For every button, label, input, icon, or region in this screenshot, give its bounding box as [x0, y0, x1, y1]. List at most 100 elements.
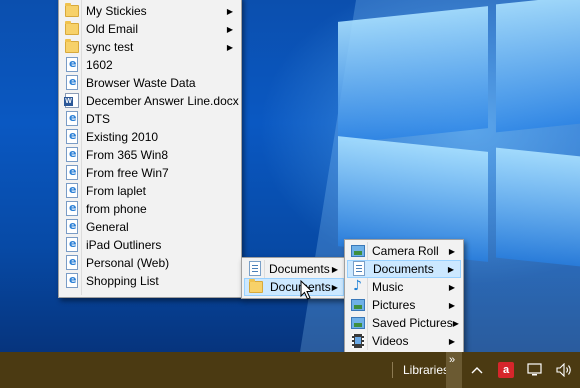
submenu-arrow-icon: ▶ — [226, 6, 234, 16]
favorites-menu-item[interactable]: From 365 Win8 — [61, 146, 239, 164]
favorites-menu-item[interactable]: From free Win7 — [61, 164, 239, 182]
chevron-right-double-icon[interactable]: » — [449, 354, 455, 366]
documents-menu-item[interactable]: Documents ▶ — [244, 278, 344, 296]
video-icon — [351, 333, 365, 349]
ie-file-icon — [65, 201, 79, 217]
ie-file-icon — [65, 273, 79, 289]
pictures-icon — [351, 297, 365, 313]
ie-file-icon — [65, 165, 79, 181]
favorites-menu-item[interactable]: iPad Outliners — [61, 236, 239, 254]
libraries-menu-item-label: Camera Roll — [372, 244, 439, 258]
music-icon: ♪ — [353, 278, 362, 294]
favorites-menu-item-label: General — [86, 220, 129, 234]
submenu-arrow-icon: ▶ — [448, 300, 456, 310]
submenu-arrow-icon: ▶ — [448, 336, 456, 346]
submenu-arrow-icon: ▶ — [226, 42, 234, 52]
pictures-icon — [351, 315, 365, 331]
antivirus-icon: a — [498, 362, 514, 378]
taskbar: Libraries » a — [0, 352, 580, 388]
favorites-menu-item-label: sync test — [86, 40, 134, 54]
libraries-menu-item-label: Music — [372, 280, 404, 294]
ie-file-icon — [65, 219, 79, 235]
favorites-menu-item[interactable]: General — [61, 218, 239, 236]
documents-menu-item[interactable]: Documents ▶ — [244, 260, 344, 278]
favorites-menu-item-label: Personal (Web) — [86, 256, 170, 270]
ie-file-icon — [65, 75, 79, 91]
ie-file-icon — [65, 237, 79, 253]
ie-file-icon — [65, 129, 79, 145]
network-tray-icon[interactable] — [526, 352, 544, 388]
libraries-menu-item[interactable]: Saved Pictures ▶ — [347, 314, 461, 332]
folder-icon — [249, 279, 263, 295]
favorites-menu-item[interactable]: from phone — [61, 200, 239, 218]
libraries-menu-item[interactable]: Videos ▶ — [347, 332, 461, 350]
libraries-menu-item[interactable]: Documents ▶ — [347, 260, 461, 278]
favorites-menu-item[interactable]: 1602 — [61, 56, 239, 74]
libraries-menu-item-label: Documents — [373, 262, 434, 276]
volume-tray-icon[interactable] — [554, 352, 574, 388]
ie-file-icon — [65, 255, 79, 271]
folder-icon — [65, 21, 79, 37]
library-icon — [248, 261, 262, 277]
favorites-menu-item-label: Browser Waste Data — [86, 76, 196, 90]
submenu-arrow-icon: ▶ — [226, 24, 234, 34]
antivirus-tray-icon[interactable]: a — [497, 352, 515, 388]
submenu-arrow-icon: ▶ — [452, 318, 459, 328]
favorites-menu-item-label: Old Email — [86, 22, 139, 36]
libraries-menu-item[interactable]: Camera Roll ▶ — [347, 242, 461, 260]
submenu-arrow-icon: ▶ — [447, 264, 455, 274]
favorites-menu-item[interactable]: sync test ▶ — [61, 38, 239, 56]
documents-submenu: Documents ▶ Documents ▶ — [241, 257, 347, 299]
favorites-menu-item[interactable]: Existing 2010 — [61, 128, 239, 146]
folder-icon — [65, 39, 79, 55]
documents-menu-item-label: Documents — [269, 262, 330, 276]
ie-file-icon — [65, 147, 79, 163]
submenu-arrow-icon: ▶ — [331, 264, 339, 274]
favorites-menu-item-label: iPad Outliners — [86, 238, 162, 252]
window-logo-pane-tl — [338, 6, 488, 144]
window-logo-pane-br — [496, 147, 580, 267]
ie-file-icon — [65, 111, 79, 127]
word-doc-icon — [64, 93, 79, 109]
libraries-toolbar-label[interactable]: Libraries — [403, 363, 449, 377]
library-icon — [352, 261, 366, 277]
show-hidden-icons-button[interactable] — [468, 352, 486, 388]
favorites-menu-item[interactable]: Personal (Web) — [61, 254, 239, 272]
favorites-menu-item[interactable]: Shopping List — [61, 272, 239, 290]
favorites-menu-item-label: December Answer Line.docx — [86, 94, 239, 108]
favorites-menu-item-label: 1602 — [86, 58, 113, 72]
libraries-menu-item-label: Videos — [372, 334, 409, 348]
favorites-menu-item[interactable]: Browser Waste Data — [61, 74, 239, 92]
favorites-menu-item-label: from phone — [86, 202, 147, 216]
ie-file-icon — [65, 57, 79, 73]
favorites-menu-item[interactable]: My Stickies ▶ — [61, 2, 239, 20]
libraries-submenu: Camera Roll ▶ Documents ▶ ♪ Music ▶ Pictures ▶ Sa… — [344, 239, 464, 353]
favorites-menu-item[interactable]: From laplet — [61, 182, 239, 200]
favorites-menu-item[interactable]: DTS — [61, 110, 239, 128]
favorites-menu-item-label: From free Win7 — [86, 166, 169, 180]
favorites-menu-item-label: Existing 2010 — [86, 130, 159, 144]
submenu-arrow-icon: ▶ — [448, 282, 456, 292]
favorites-menu-item-label: From laplet — [86, 184, 147, 198]
toolbar-separator — [392, 362, 393, 378]
pictures-icon — [351, 243, 365, 259]
favorites-menu-item-label: DTS — [86, 112, 110, 126]
favorites-menu: My Stickies ▶ Old Email ▶ sync test ▶ 1602 Brow… — [58, 0, 242, 298]
libraries-menu-item[interactable]: Pictures ▶ — [347, 296, 461, 314]
chevron-up-icon — [471, 367, 483, 374]
folder-icon — [65, 3, 79, 19]
mouse-cursor — [300, 280, 314, 300]
favorites-menu-item-label: Shopping List — [86, 274, 159, 288]
submenu-arrow-icon: ▶ — [331, 282, 338, 292]
libraries-menu-item-label: Pictures — [372, 298, 416, 312]
favorites-menu-item-label: My Stickies — [86, 4, 147, 18]
favorites-menu-item-label: From 365 Win8 — [86, 148, 169, 162]
favorites-menu-item[interactable]: Old Email ▶ — [61, 20, 239, 38]
speaker-icon — [556, 363, 571, 377]
libraries-menu-item[interactable]: ♪ Music ▶ — [347, 278, 461, 296]
network-icon — [527, 363, 542, 376]
ie-file-icon — [65, 183, 79, 199]
window-logo-pane-tr — [496, 0, 580, 133]
submenu-arrow-icon: ▶ — [448, 246, 456, 256]
favorites-menu-item[interactable]: December Answer Line.docx — [61, 92, 239, 110]
